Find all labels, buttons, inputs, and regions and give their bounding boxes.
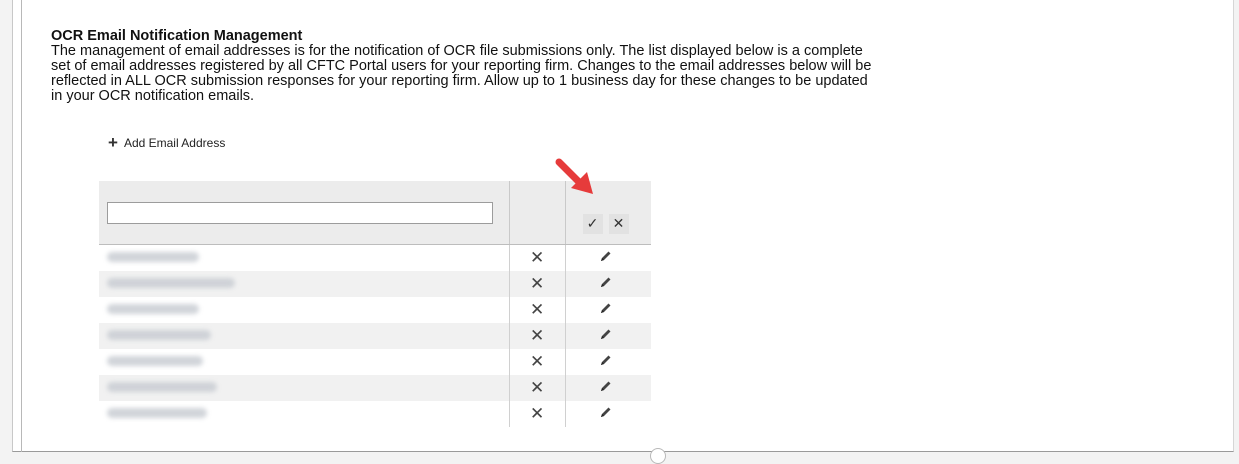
cancel-email-button[interactable]: ✕: [608, 213, 629, 234]
pencil-icon: [600, 277, 611, 287]
redacted-email: [107, 382, 217, 392]
section-title: OCR Email Notification Management: [51, 28, 303, 44]
delete-email-button[interactable]: ✕: [530, 274, 544, 293]
email-row: ✕: [99, 271, 651, 297]
email-cell: [99, 401, 510, 427]
redacted-email: [107, 252, 199, 262]
edit-cell: [565, 297, 651, 323]
redacted-email: [107, 278, 235, 288]
edit-email-button[interactable]: [600, 405, 612, 423]
email-input[interactable]: [107, 201, 493, 224]
edit-cell: [565, 244, 651, 271]
page-panel: OCR Email Notification Management The ma…: [12, 0, 1234, 452]
pencil-icon: [600, 251, 611, 261]
delete-cell: ✕: [508, 375, 566, 401]
edit-email-button[interactable]: [600, 327, 612, 345]
add-email-address-button[interactable]: + Add Email Address: [108, 133, 226, 152]
checkmark-icon: ✓: [586, 215, 599, 231]
section-description-line-1: The management of email addresses is for…: [51, 43, 863, 59]
pencil-icon: [600, 355, 611, 365]
delete-email-button[interactable]: ✕: [530, 378, 544, 397]
delete-cell: ✕: [508, 323, 566, 349]
delete-cell: ✕: [508, 401, 566, 427]
delete-email-button[interactable]: ✕: [530, 248, 544, 267]
edit-cell: [565, 401, 651, 427]
email-row: ✕: [99, 297, 651, 323]
add-email-address-label: Add Email Address: [123, 136, 226, 150]
edit-cell: [565, 349, 651, 375]
section-description-line-2: set of email addresses registered by all…: [51, 58, 872, 74]
delete-email-button[interactable]: ✕: [530, 352, 544, 371]
pencil-icon: [600, 329, 611, 339]
close-icon: ✕: [612, 215, 625, 231]
edit-email-button[interactable]: [600, 353, 612, 371]
email-row: ✕: [99, 323, 651, 349]
delete-cell: ✕: [508, 297, 566, 323]
email-row: ✕: [99, 244, 651, 271]
delete-cell: ✕: [508, 271, 566, 297]
email-cell: [99, 297, 510, 323]
pencil-icon: [600, 381, 611, 391]
panel-divider: [21, 0, 22, 452]
edit-email-button[interactable]: [600, 301, 612, 319]
red-arrow-annotation: [555, 158, 593, 194]
redacted-email: [107, 304, 199, 314]
edit-email-button[interactable]: [600, 249, 612, 267]
plus-icon: +: [108, 133, 118, 152]
section-description-line-4: in your OCR notification emails.: [51, 88, 255, 104]
email-row: ✕: [99, 375, 651, 401]
delete-email-button[interactable]: ✕: [530, 404, 544, 423]
delete-email-button[interactable]: ✕: [530, 300, 544, 319]
redacted-email: [107, 330, 211, 340]
email-row: ✕: [99, 401, 651, 427]
delete-email-button[interactable]: ✕: [530, 326, 544, 345]
edit-cell: [565, 271, 651, 297]
pencil-icon: [600, 303, 611, 313]
section-description-line-3: reflected in ALL OCR submission response…: [51, 73, 868, 89]
scroll-indicator: [650, 448, 666, 464]
pencil-icon: [600, 407, 611, 417]
edit-email-button[interactable]: [600, 379, 612, 397]
redacted-email: [107, 408, 207, 418]
email-cell: [99, 244, 510, 271]
email-cell: [99, 375, 510, 401]
save-email-button[interactable]: ✓: [582, 213, 603, 234]
edit-cell: [565, 375, 651, 401]
edit-email-button[interactable]: [600, 275, 612, 293]
notification-section: OCR Email Notification Management The ma…: [51, 28, 1031, 104]
delete-cell: ✕: [508, 244, 566, 271]
redacted-email: [107, 356, 203, 366]
edit-cell: [565, 323, 651, 349]
email-cell: [99, 349, 510, 375]
email-cell: [99, 323, 510, 349]
email-table: ✓ ✕ ✕ ✕ ✕ ✕ ✕ ✕ ✕: [99, 181, 651, 427]
arrow-icon: [555, 158, 593, 194]
delete-cell: ✕: [508, 349, 566, 375]
email-row: ✕: [99, 349, 651, 375]
new-email-cell: [99, 181, 510, 245]
email-cell: [99, 271, 510, 297]
